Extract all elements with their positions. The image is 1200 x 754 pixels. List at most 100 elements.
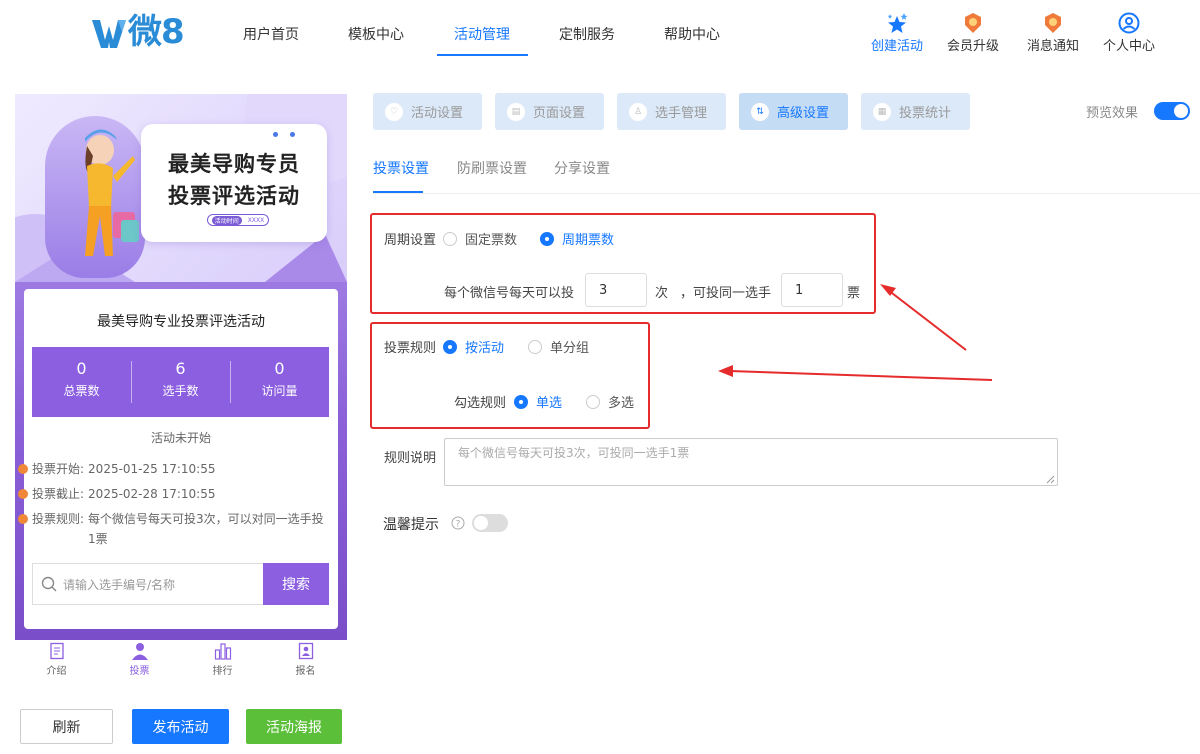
tab-vote[interactable]: 投票 <box>98 640 181 682</box>
step-label: 选手管理 <box>655 106 708 121</box>
banner-title-card: 最美导购专员 投票评选活动 活动时间 XXXX <box>141 124 327 242</box>
stat-total-votes: 0 总票数 <box>32 347 131 417</box>
heart-icon: ♡ <box>385 102 403 121</box>
nav-activity-management[interactable]: 活动管理 <box>454 24 510 44</box>
stats-bar: 0 总票数 6 选手数 0 访问量 <box>32 347 329 417</box>
card-dots <box>273 132 295 137</box>
step-advanced-settings[interactable]: ⇅ 高级设置 <box>739 93 848 130</box>
resize-handle-icon[interactable] <box>1046 475 1055 484</box>
subtab-anti-fraud[interactable]: 防刷票设置 <box>457 158 527 178</box>
step-label: 投票统计 <box>899 106 952 121</box>
mobile-tabbar: 介绍 投票 排行 报名 <box>15 640 347 682</box>
personal-center-button[interactable]: 个人中心 <box>1094 12 1164 54</box>
logo-w-icon <box>92 20 126 48</box>
rule-text: 每个微信号每天可投3次，可以对同一选手投1票 <box>88 512 324 546</box>
message-notice-button[interactable]: 消息通知 <box>1018 12 1088 54</box>
question-icon[interactable]: ? <box>451 516 465 530</box>
document-icon <box>49 642 64 660</box>
shopping-girl-icon <box>85 129 139 256</box>
subtab-share-settings[interactable]: 分享设置 <box>554 158 610 178</box>
rule-vote-start: 投票开始: 2025-01-25 17:10:55 <box>18 459 318 479</box>
user-circle-icon <box>1118 12 1140 34</box>
create-activity-button[interactable]: 创建活动 <box>862 12 932 54</box>
warm-tip-label: 温馨提示 <box>383 517 439 533</box>
nav-custom-service[interactable]: 定制服务 <box>559 24 615 44</box>
page-icon: ▤ <box>507 102 525 121</box>
activity-title: 最美导购专业投票评选活动 <box>97 314 265 330</box>
activity-status: 活动未开始 <box>150 431 211 445</box>
stat-value: 0 <box>76 359 87 378</box>
stat-value: 0 <box>274 359 285 378</box>
rule-vote-rule: 投票规则: 每个微信号每天可投3次，可以对同一选手投1票 <box>18 509 328 549</box>
rule-desc-textarea[interactable]: 每个微信号每天可投3次，可投同一选手1票 <box>444 438 1058 486</box>
activity-poster-button[interactable]: 活动海报 <box>246 709 342 744</box>
activity-banner: 最美导购专员 投票评选活动 活动时间 XXXX <box>15 94 347 282</box>
girl-illustration <box>45 116 145 278</box>
preview-effect-label: 预览效果 <box>1086 106 1139 121</box>
member-upgrade-label: 会员升级 <box>946 39 999 54</box>
banner-title-line1: 最美导购专员 <box>168 152 300 176</box>
rule-text: 2025-02-28 17:10:55 <box>88 487 216 501</box>
rule-label: 投票截止: <box>32 487 85 501</box>
message-notice-label: 消息通知 <box>1026 39 1079 54</box>
logo[interactable]: 微8 <box>92 12 185 52</box>
search-icon <box>41 576 57 592</box>
preview-effect-toggle[interactable] <box>1154 102 1190 120</box>
medal-icon <box>965 13 981 33</box>
logo-text: 微8 <box>128 12 185 52</box>
step-activity-settings[interactable]: ♡ 活动设置 <box>373 93 482 130</box>
refresh-button[interactable]: 刷新 <box>20 709 113 744</box>
tab-signup[interactable]: 报名 <box>264 640 347 682</box>
rule-label: 投票开始: <box>32 462 85 476</box>
personal-center-label: 个人中心 <box>1102 39 1155 54</box>
publish-activity-button[interactable]: 发布活动 <box>132 709 229 744</box>
ranking-icon <box>214 643 231 660</box>
step-label: 高级设置 <box>777 106 830 121</box>
create-activity-label: 创建活动 <box>870 39 923 54</box>
tab-label: 报名 <box>295 666 316 677</box>
member-upgrade-button[interactable]: 会员升级 <box>938 12 1008 54</box>
subtab-vote-settings[interactable]: 投票设置 <box>373 158 429 178</box>
info-dot-icon <box>18 489 28 499</box>
tab-ranking[interactable]: 排行 <box>181 640 264 682</box>
nav-template-center[interactable]: 模板中心 <box>348 24 404 44</box>
nav-help-center[interactable]: 帮助中心 <box>664 24 720 44</box>
tab-label: 投票 <box>129 666 150 677</box>
tab-label: 介绍 <box>46 666 67 677</box>
sliders-icon: ⇅ <box>751 102 769 121</box>
stat-label: 总票数 <box>63 384 100 398</box>
annotation-box-period <box>370 213 876 314</box>
pill-value: XXXX <box>247 216 265 224</box>
subtab-divider <box>373 193 1200 194</box>
step-label: 页面设置 <box>533 106 586 121</box>
stat-value: 6 <box>175 359 186 378</box>
search-button[interactable]: 搜索 <box>263 563 329 605</box>
search-input[interactable]: 请输入选手编号/名称 <box>32 563 263 605</box>
rule-text: 2025-01-25 17:10:55 <box>88 462 216 476</box>
top-header: 微8 用户首页 模板中心 活动管理 定制服务 帮助中心 创建活动 会员升级 消息… <box>0 0 1200 70</box>
nav-user-home[interactable]: 用户首页 <box>243 24 299 44</box>
rule-label: 投票规则: <box>32 512 85 526</box>
info-dot-icon <box>18 464 28 474</box>
activity-info-card: 最美导购专业投票评选活动 0 总票数 6 选手数 0 访问量 活动未开始 投票开… <box>18 289 338 629</box>
tab-intro[interactable]: 介绍 <box>15 640 98 682</box>
pill-label: 活动时间 <box>211 215 242 225</box>
stat-visits: 0 访问量 <box>230 347 329 417</box>
step-page-settings[interactable]: ▤ 页面设置 <box>495 93 604 130</box>
step-label: 活动设置 <box>411 106 464 121</box>
warm-tip-toggle[interactable] <box>472 514 508 532</box>
mobile-preview: 最美导购专员 投票评选活动 活动时间 XXXX 最美导购专业投票评选活动 0 总… <box>15 94 347 640</box>
bell-medal-icon <box>1045 13 1061 33</box>
step-contestant-management[interactable]: ♙ 选手管理 <box>617 93 726 130</box>
contestant-search: 请输入选手编号/名称 搜索 <box>32 563 329 605</box>
rule-vote-end: 投票截止: 2025-02-28 17:10:55 <box>18 484 318 504</box>
person-icon <box>131 643 148 660</box>
banner-time-pill: 活动时间 XXXX <box>207 214 269 226</box>
stat-contestants: 6 选手数 <box>131 347 230 417</box>
nav-active-underline <box>437 54 528 56</box>
svg-text:?: ? <box>456 520 461 530</box>
signup-icon <box>298 642 313 660</box>
step-vote-statistics[interactable]: ▦ 投票统计 <box>861 93 970 130</box>
search-placeholder: 请输入选手编号/名称 <box>63 577 176 592</box>
banner-title-line2: 投票评选活动 <box>168 184 300 208</box>
